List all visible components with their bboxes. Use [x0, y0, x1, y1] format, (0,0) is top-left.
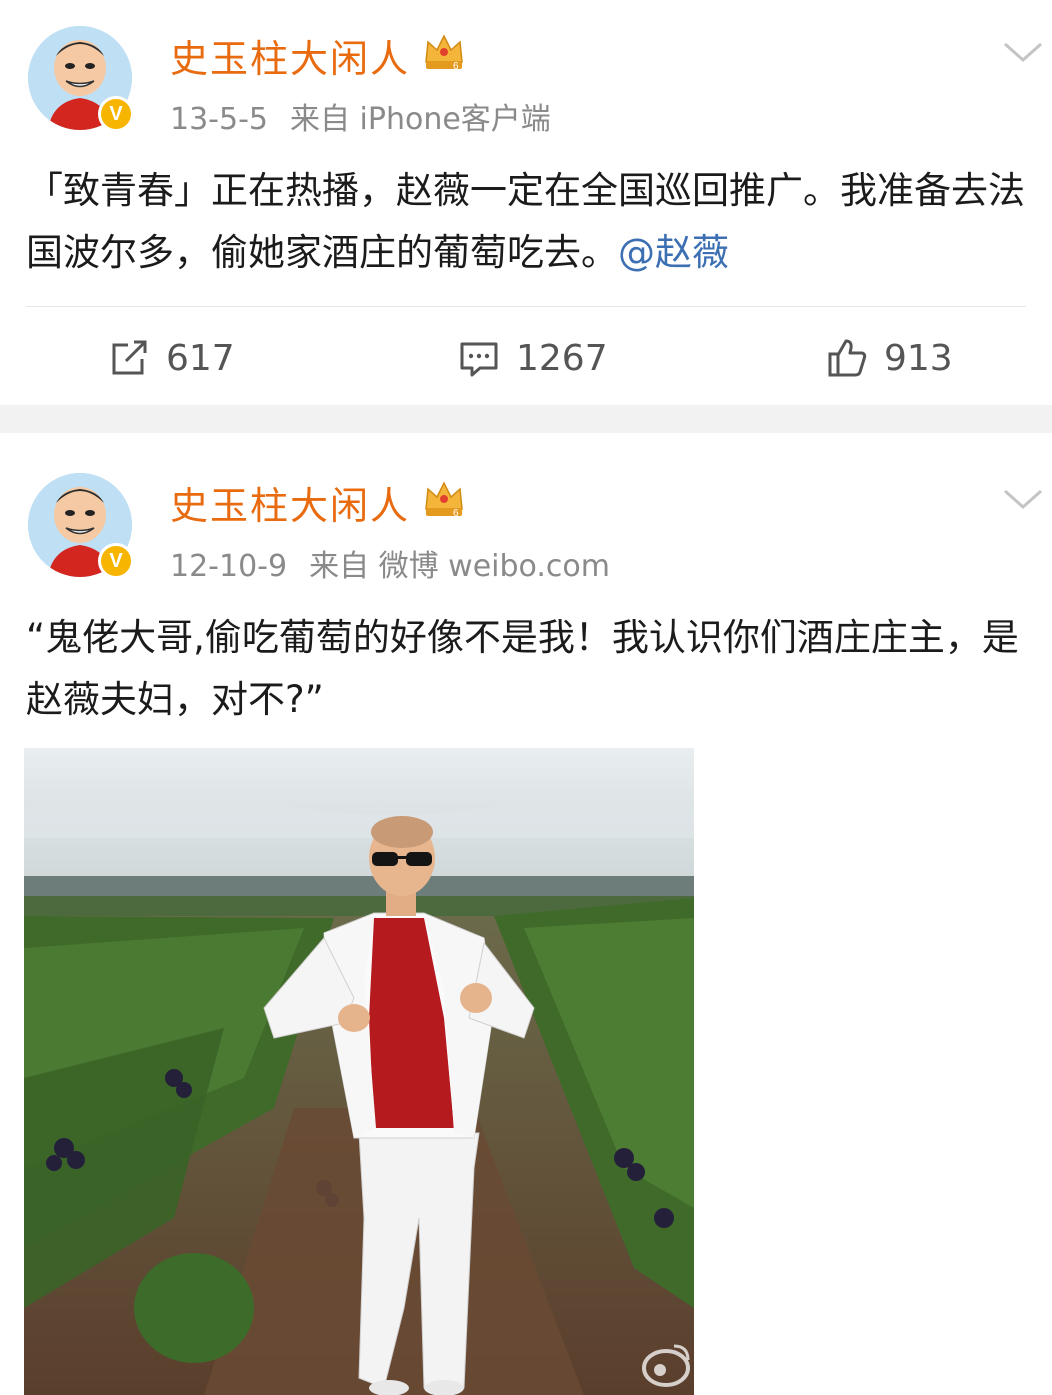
weibo-post[interactable]: V 史玉柱大闲人 6 12-10-9 来自 微博 weibo.com “鬼佬大哥,… [0, 433, 1052, 1395]
repost-button[interactable]: 617 [108, 330, 235, 386]
like-count: 913 [884, 337, 953, 379]
crown-level-icon: 6 [425, 481, 463, 519]
mention-link[interactable]: @赵薇 [618, 231, 729, 274]
username[interactable]: 史玉柱大闲人 [170, 28, 410, 83]
crown-level-icon: 6 [425, 34, 463, 72]
chevron-down-icon[interactable] [1002, 487, 1044, 511]
repost-count: 617 [166, 337, 235, 379]
svg-text:6: 6 [453, 508, 459, 519]
post-date: 12-10-9 [170, 549, 288, 584]
post-text: 「致青春」正在热播，赵薇一定在全国巡回推广。我准备去法国波尔多，偷她家酒庄的葡萄… [26, 160, 1026, 284]
svg-text:6: 6 [453, 61, 459, 72]
post-meta: 13-5-5 来自 iPhone客户端 [170, 94, 551, 138]
chevron-down-icon[interactable] [1002, 40, 1044, 64]
post-date: 13-5-5 [170, 102, 268, 137]
comment-count: 1267 [516, 337, 608, 379]
comment-icon [460, 342, 498, 377]
feed-separator [0, 405, 1052, 433]
post-image[interactable] [24, 748, 694, 1395]
verified-badge-icon: V [98, 543, 134, 579]
verified-badge-icon: V [98, 96, 134, 132]
comment-button[interactable]: 1267 [458, 330, 608, 386]
like-button[interactable]: 913 [826, 330, 953, 386]
post-source[interactable]: 来自 iPhone客户端 [290, 102, 551, 137]
thumbs-up-icon [828, 339, 867, 377]
post-text-main: 「致青春」正在热播，赵薇一定在全国巡回推广。我准备去法国波尔多，偷她家酒庄的葡萄… [26, 169, 1025, 274]
repost-icon [112, 340, 147, 375]
divider [26, 306, 1026, 307]
username[interactable]: 史玉柱大闲人 [170, 475, 410, 530]
weibo-post[interactable]: V 史玉柱大闲人 6 13-5-5 来自 iPhone客户端 「致青春」正在热播，… [0, 0, 1052, 405]
post-text: “鬼佬大哥,偷吃葡萄的好像不是我！我认识你们酒庄庄主，是赵薇夫妇，对不?” [26, 616, 1019, 721]
post-meta: 12-10-9 来自 微博 weibo.com [170, 541, 610, 585]
post-source[interactable]: 来自 微博 weibo.com [309, 549, 610, 584]
